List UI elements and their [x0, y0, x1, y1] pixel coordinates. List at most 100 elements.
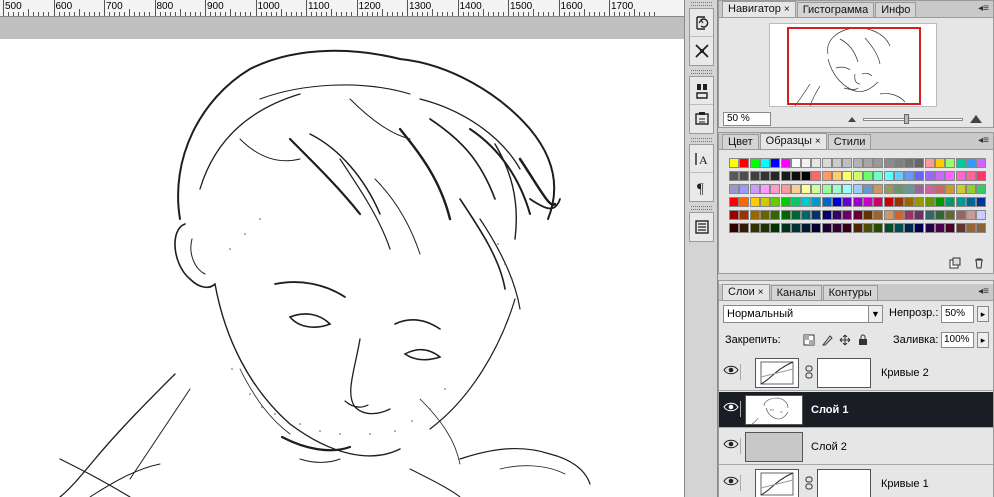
tool-presets-button[interactable]	[690, 37, 713, 65]
swatch[interactable]	[811, 171, 822, 181]
swatch[interactable]	[729, 197, 739, 207]
layer-row-curves-1[interactable]: Кривые 1	[719, 466, 993, 497]
swatch[interactable]	[852, 171, 863, 181]
swatch[interactable]	[852, 197, 863, 207]
swatch[interactable]	[739, 184, 750, 194]
swatch[interactable]	[955, 158, 966, 168]
swatch[interactable]	[945, 197, 956, 207]
swatch[interactable]	[904, 223, 915, 233]
zoom-out-icon[interactable]	[847, 115, 857, 123]
swatch[interactable]	[749, 158, 760, 168]
eye-icon[interactable]	[723, 364, 741, 380]
swatch[interactable]	[893, 197, 904, 207]
paragraph-button[interactable]: ¶	[690, 173, 713, 201]
swatch[interactable]	[739, 223, 750, 233]
swatch[interactable]	[739, 171, 750, 181]
swatch[interactable]	[749, 184, 760, 194]
swatch[interactable]	[729, 210, 739, 220]
swatch[interactable]	[893, 158, 904, 168]
panel-menu-icon[interactable]: ◂≡	[978, 135, 989, 146]
swatch[interactable]	[893, 184, 904, 194]
swatch[interactable]	[821, 158, 832, 168]
swatch[interactable]	[780, 184, 791, 194]
swatch[interactable]	[729, 158, 739, 168]
dock-grip[interactable]	[691, 206, 712, 210]
swatch[interactable]	[904, 197, 915, 207]
layer-mask-thumbnail[interactable]	[817, 469, 871, 497]
swatch[interactable]	[801, 158, 812, 168]
opacity-slider-button[interactable]: ▸	[977, 306, 989, 322]
swatch[interactable]	[965, 158, 976, 168]
swatch[interactable]	[842, 197, 853, 207]
swatch[interactable]	[914, 171, 925, 181]
swatch[interactable]	[842, 184, 853, 194]
swatch[interactable]	[976, 210, 987, 220]
swatch[interactable]	[842, 223, 853, 233]
swatch[interactable]	[893, 223, 904, 233]
tab-swatches[interactable]: Образцы ×	[759, 133, 827, 149]
lock-position-icon[interactable]	[839, 334, 851, 346]
eye-icon[interactable]	[723, 475, 741, 491]
tab-color[interactable]: Цвет	[722, 134, 759, 149]
tab-layers[interactable]: Слои ×	[722, 284, 770, 300]
swatch[interactable]	[770, 210, 781, 220]
swatch[interactable]	[924, 158, 935, 168]
panel-menu-icon[interactable]: ◂≡	[978, 286, 989, 297]
layer-row-layer-1[interactable]: Слой 1	[719, 392, 993, 428]
close-icon[interactable]: ×	[784, 4, 790, 15]
dock-grip[interactable]	[691, 138, 712, 142]
swatch[interactable]	[739, 158, 750, 168]
swatch[interactable]	[739, 210, 750, 220]
swatch[interactable]	[790, 210, 801, 220]
navigator-view-box[interactable]	[787, 27, 921, 105]
swatch[interactable]	[739, 197, 750, 207]
lock-all-icon[interactable]	[857, 334, 869, 346]
swatch[interactable]	[780, 197, 791, 207]
document-canvas[interactable]	[0, 39, 684, 497]
fill-slider-button[interactable]: ▸	[977, 332, 989, 348]
swatch[interactable]	[811, 197, 822, 207]
swatch[interactable]	[729, 223, 739, 233]
swatch[interactable]	[759, 158, 770, 168]
swatch[interactable]	[955, 210, 966, 220]
swatch[interactable]	[780, 171, 791, 181]
swatch[interactable]	[729, 171, 739, 181]
swatch[interactable]	[904, 210, 915, 220]
swatch[interactable]	[904, 171, 915, 181]
swatch[interactable]	[862, 210, 873, 220]
swatch[interactable]	[976, 223, 987, 233]
swatch[interactable]	[770, 171, 781, 181]
swatch[interactable]	[862, 223, 873, 233]
horizontal-ruler[interactable]: 500 600 700 800 900 1000 1100 1200 1300 1400 1500 1…	[0, 0, 684, 17]
swatch[interactable]	[914, 158, 925, 168]
swatch[interactable]	[914, 197, 925, 207]
swatch[interactable]	[873, 158, 884, 168]
swatch[interactable]	[862, 184, 873, 194]
brushes-button[interactable]	[690, 77, 713, 105]
swatch[interactable]	[976, 197, 987, 207]
swatch[interactable]	[955, 171, 966, 181]
swatch[interactable]	[965, 171, 976, 181]
panel-menu-icon[interactable]: ◂≡	[978, 3, 989, 14]
swatch[interactable]	[801, 197, 812, 207]
swatch[interactable]	[852, 158, 863, 168]
swatch[interactable]	[862, 197, 873, 207]
swatch[interactable]	[924, 197, 935, 207]
swatch[interactable]	[749, 197, 760, 207]
swatch[interactable]	[924, 171, 935, 181]
swatch[interactable]	[842, 158, 853, 168]
swatch[interactable]	[770, 184, 781, 194]
swatch[interactable]	[945, 184, 956, 194]
swatch[interactable]	[883, 184, 894, 194]
swatch[interactable]	[965, 223, 976, 233]
swatch[interactable]	[976, 171, 987, 181]
swatch[interactable]	[780, 158, 791, 168]
layer-name[interactable]: Кривые 2	[881, 367, 929, 379]
swatch[interactable]	[935, 158, 945, 168]
swatch[interactable]	[821, 223, 832, 233]
blend-mode-select[interactable]: Нормальный ▼	[723, 305, 883, 323]
layer-row-curves-2[interactable]: Кривые 2	[719, 355, 993, 391]
swatch[interactable]	[842, 171, 853, 181]
swatch[interactable]	[873, 184, 884, 194]
swatch[interactable]	[935, 197, 945, 207]
